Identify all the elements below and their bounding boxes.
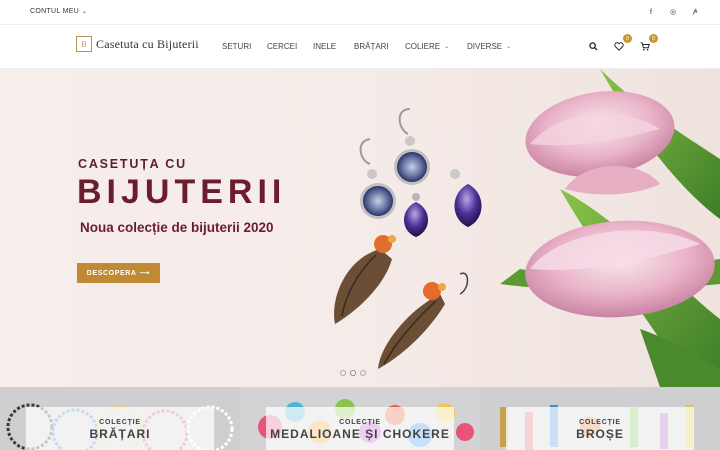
main-nav: SETURI CERCEI INELE BRĂȚARI COLIERE ⌄ DIV… <box>222 42 527 51</box>
account-label: CONTUL MEU <box>30 8 80 15</box>
hero-subtitle: Noua colecție de bijuterii 2020 <box>80 220 274 235</box>
main-header: B Casetuta cu Bijuterii SETURI CERCEI IN… <box>0 25 720 69</box>
cart-button[interactable]: 0 <box>638 34 658 53</box>
nav-label: DIVERSE <box>467 42 503 51</box>
collection-name: BRĂȚARI <box>89 427 151 441</box>
collection-label: COLECȚIE BRĂȚARI <box>26 407 214 450</box>
site-logo[interactable]: B Casetuta cu Bijuterii <box>76 36 199 52</box>
collection-name: BROȘE <box>576 427 624 441</box>
nav-item-cercei[interactable]: CERCEI <box>267 42 313 51</box>
discover-button-label: DESCOPERA <box>86 269 137 277</box>
top-bar: CONTUL MEU ⌄ f ◎ 𝓅 <box>0 0 720 25</box>
slider-dot-active[interactable] <box>350 370 356 376</box>
logo-text: Casetuta cu Bijuterii <box>96 36 199 51</box>
heart-icon <box>614 41 624 51</box>
slider-dots <box>340 370 366 376</box>
search-button[interactable] <box>586 39 600 53</box>
nav-item-diverse[interactable]: DIVERSE ⌄ <box>467 42 527 51</box>
hero-title: BIJUTERII <box>77 173 287 211</box>
slider-dot[interactable] <box>360 370 366 376</box>
collection-label: COLECȚIE MEDALIOANE ȘI CHOKERE <box>266 407 454 450</box>
wishlist-button[interactable]: 0 <box>612 34 632 53</box>
collection-label: COLECȚIE BROȘE <box>506 407 694 450</box>
nav-label: SETURI <box>222 42 252 51</box>
wishlist-count-badge: 0 <box>623 34 632 43</box>
hero-slider: CASETUȚA CU BIJUTERII Noua colecție de b… <box>0 69 720 387</box>
collection-card-medalioane[interactable]: COLECȚIE MEDALIOANE ȘI CHOKERE <box>240 387 480 450</box>
collection-card-brose[interactable]: COLECȚIE BROȘE <box>480 387 720 450</box>
discover-button[interactable]: DESCOPERA ⟶ <box>77 263 160 283</box>
facebook-icon[interactable]: f <box>640 6 662 18</box>
chevron-down-icon: ⌄ <box>444 44 450 50</box>
nav-item-coliere[interactable]: COLIERE ⌄ <box>405 42 467 51</box>
collection-name: MEDALIOANE ȘI CHOKERE <box>270 427 450 441</box>
nav-label: COLIERE <box>405 42 441 51</box>
cart-icon <box>640 41 650 51</box>
nav-item-seturi[interactable]: SETURI <box>222 42 267 51</box>
pinterest-icon[interactable]: 𝓅 <box>684 6 706 18</box>
search-icon <box>588 41 598 51</box>
nav-label: INELE <box>313 42 337 51</box>
collections-row: COLECȚIE BRĂȚARI COLECȚIE MEDALIOANE ȘI … <box>0 387 720 450</box>
chevron-down-icon: ⌄ <box>82 9 88 15</box>
instagram-icon[interactable]: ◎ <box>662 6 684 18</box>
nav-label: BRĂȚARI <box>354 42 389 51</box>
collection-kicker: COLECȚIE <box>339 419 381 426</box>
hero-pretitle: CASETUȚA CU <box>78 157 187 171</box>
logo-icon: B <box>76 36 92 52</box>
nav-item-bratari[interactable]: BRĂȚARI <box>354 42 405 51</box>
nav-label: CERCEI <box>267 42 298 51</box>
collection-kicker: COLECȚIE <box>99 419 141 426</box>
slider-dot[interactable] <box>340 370 346 376</box>
chevron-down-icon: ⌄ <box>506 44 512 50</box>
arrow-right-icon: ⟶ <box>139 270 151 277</box>
account-menu[interactable]: CONTUL MEU ⌄ <box>30 8 87 15</box>
cart-count-badge: 0 <box>649 34 658 43</box>
social-links: f ◎ 𝓅 <box>640 6 706 18</box>
collection-card-bratari[interactable]: COLECȚIE BRĂȚARI <box>0 387 240 450</box>
collection-kicker: COLECȚIE <box>579 419 621 426</box>
header-actions: 0 0 <box>586 34 658 53</box>
nav-item-inele[interactable]: INELE <box>313 42 354 51</box>
